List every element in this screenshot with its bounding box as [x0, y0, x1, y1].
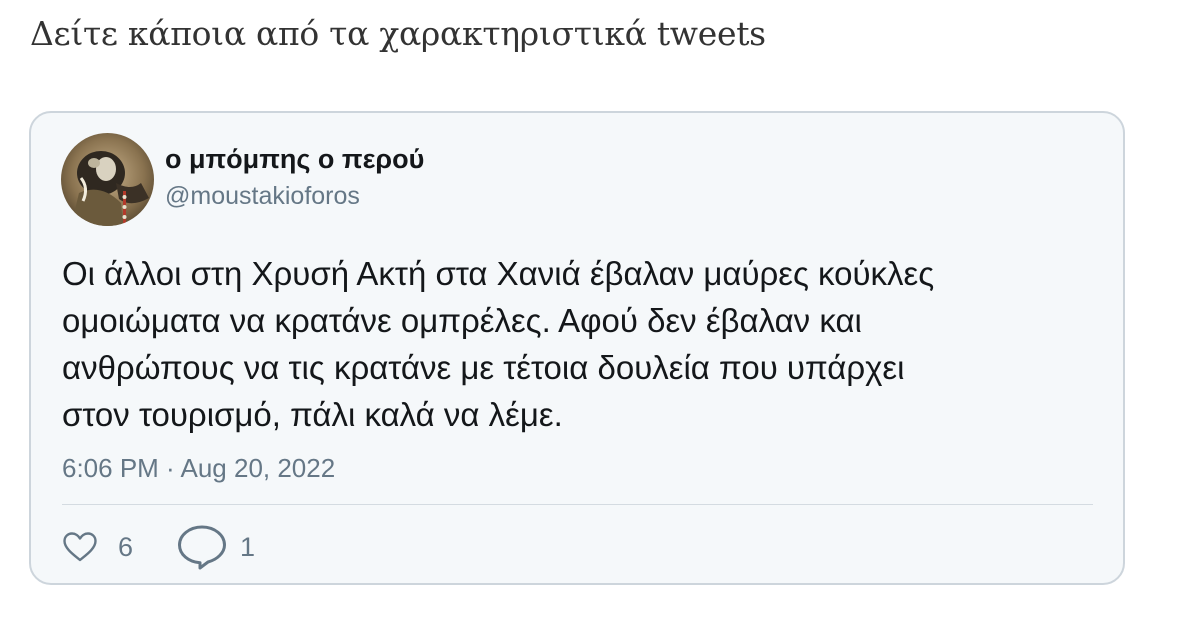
reply-count: 1 [240, 531, 256, 562]
tweet-author-name[interactable]: ο μπόμπης ο περού [165, 144, 424, 175]
tweet-text: Οι άλλοι στη Χρυσή Ακτή στα Χανιά έβαλαν… [62, 250, 1107, 438]
divider [62, 504, 1093, 505]
tweet-text-line: Οι άλλοι στη Χρυσή Ακτή στα Χανιά έβαλαν… [62, 255, 935, 292]
speech-bubble-icon [178, 525, 227, 570]
article-heading: Δείτε κάποια από τα χαρακτηριστικά tweet… [30, 14, 766, 53]
tweet-text-line: ομοιώματα να κρατάνε ομπρέλες. Αφού δεν … [62, 302, 862, 339]
tweet-text-line: στον τουρισμό, πάλι καλά να λέμε. [62, 396, 563, 433]
avatar[interactable] [61, 133, 154, 226]
tweet-timestamp[interactable]: 6:06 PM · Aug 20, 2022 [62, 453, 335, 484]
like-count: 6 [118, 531, 134, 562]
tweet-author-handle[interactable]: @moustakioforos [165, 182, 360, 211]
tweet-text-line: ανθρώπους να τις κρατάνε με τέτοια δουλε… [62, 349, 905, 386]
reply-button[interactable]: 1 [176, 524, 255, 570]
embedded-tweet-card[interactable]: ο μπόμπης ο περού @moustakioforos Οι άλλ… [29, 111, 1125, 585]
tweet-actions: 6 1 [62, 524, 255, 570]
heart-icon [63, 532, 97, 562]
like-button[interactable]: 6 [62, 531, 133, 563]
